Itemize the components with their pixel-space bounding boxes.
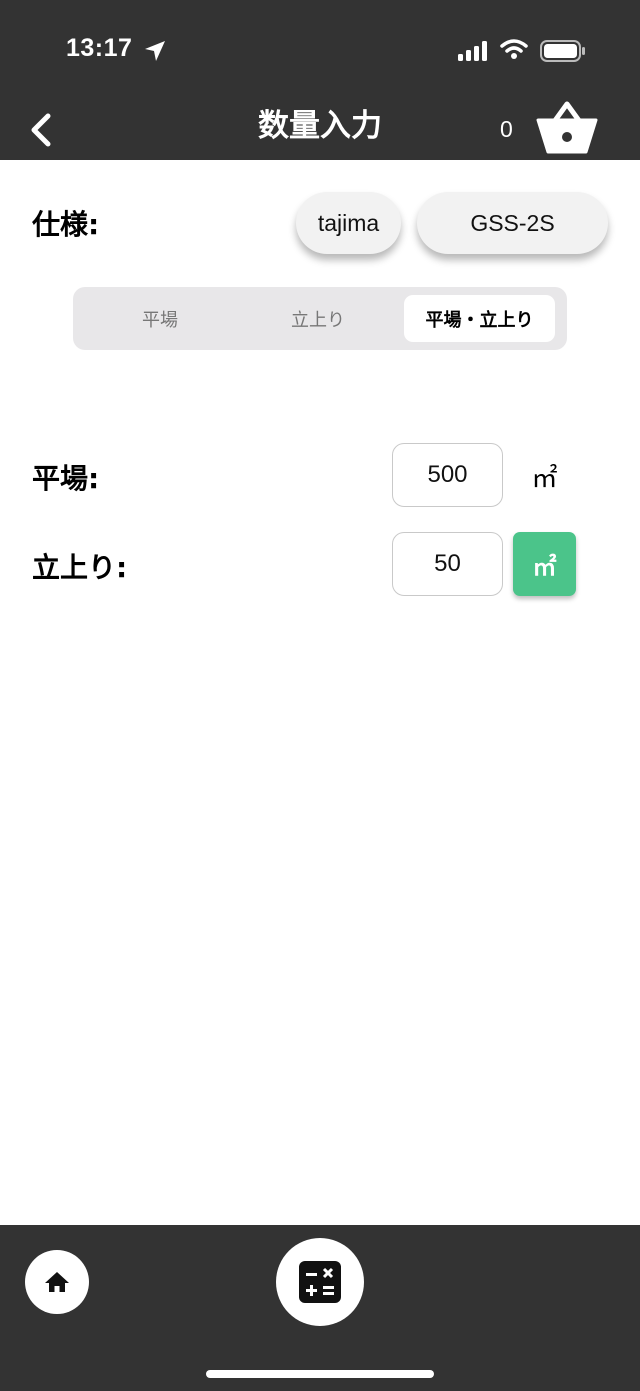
segment-hiraba-tachiagari[interactable]: 平場・立上り <box>404 295 555 342</box>
tachiagari-unit-button[interactable]: ㎡ <box>513 532 576 596</box>
segment-hiraba[interactable]: 平場 <box>81 295 239 342</box>
hiraba-quantity-input[interactable] <box>392 443 503 507</box>
segment-tachiagari[interactable]: 立上り <box>239 295 397 342</box>
home-icon <box>45 1272 69 1292</box>
hiraba-unit: ㎡ <box>531 462 558 493</box>
product-button[interactable]: GSS-2S <box>417 192 608 254</box>
battery-icon <box>540 40 585 62</box>
location-arrow-icon <box>145 41 165 61</box>
basket-icon[interactable] <box>534 98 600 158</box>
cart-count: 0 <box>500 116 513 142</box>
signal-icon <box>458 41 487 61</box>
status-time: 13:17 <box>66 34 133 62</box>
calculator-icon <box>299 1261 341 1303</box>
tachiagari-quantity-input[interactable] <box>392 532 503 596</box>
hiraba-label: 平場: <box>32 462 100 495</box>
home-button[interactable] <box>25 1250 89 1314</box>
wifi-icon <box>500 39 528 59</box>
area-type-segmented-control: 平場 立上り 平場・立上り <box>73 287 567 350</box>
spec-label: 仕様: <box>32 208 100 241</box>
calculator-button[interactable] <box>276 1238 364 1326</box>
home-indicator <box>206 1370 434 1378</box>
maker-button[interactable]: tajima <box>296 192 401 254</box>
tachiagari-label: 立上り: <box>32 551 128 584</box>
